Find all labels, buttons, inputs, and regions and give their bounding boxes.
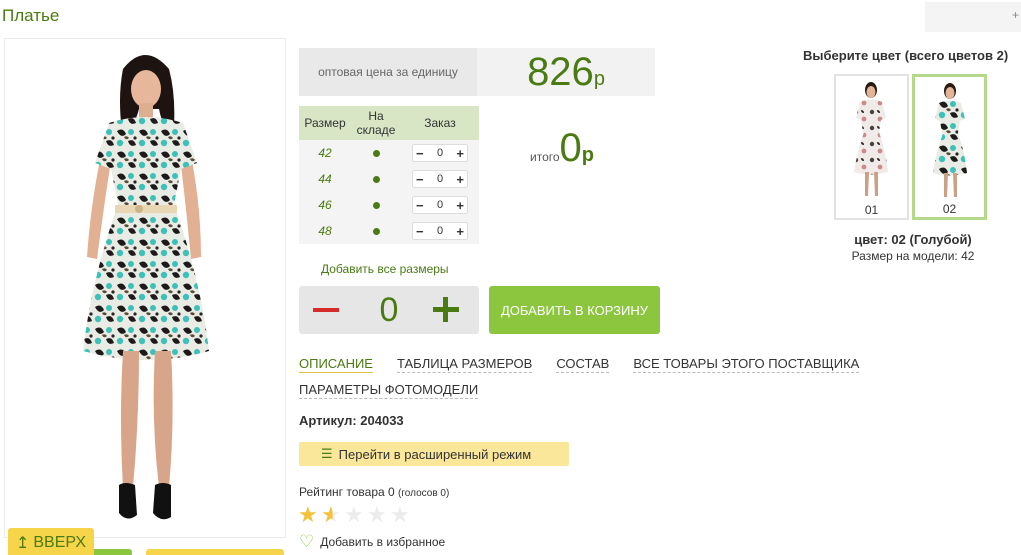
sizes-header-stock: На складе	[351, 106, 401, 140]
table-row: 42 − 0 +	[299, 140, 479, 166]
rating-votes: (голосов 0)	[398, 488, 450, 499]
add-to-favorites[interactable]: ♡ Добавить в избранное	[299, 532, 445, 552]
extended-mode-label: Перейти в расширенный режим	[338, 446, 532, 462]
size-qty-stepper[interactable]: − 0 +	[412, 222, 468, 240]
price-currency: р	[593, 67, 605, 90]
stepper-minus-button[interactable]: −	[416, 172, 424, 187]
stepper-plus-button[interactable]: +	[456, 198, 464, 213]
table-row: 46 − 0 +	[299, 192, 479, 218]
price-number: 826	[527, 50, 594, 94]
color-chooser-title: Выберите цвет (всего цветов 2)	[803, 48, 1009, 63]
stepper-minus-button[interactable]: −	[416, 146, 424, 161]
scroll-up-label: ВВЕРХ	[33, 534, 87, 551]
quantity-stepper[interactable]: 0	[299, 286, 479, 334]
size-qty-stepper[interactable]: − 0 +	[412, 144, 468, 162]
add-all-sizes-link[interactable]: Добавить все размеры	[321, 262, 449, 276]
in-stock-indicator	[372, 202, 380, 209]
total-label: итого	[530, 150, 560, 164]
tab-model-params[interactable]: ПАРАМЕТРЫ ФОТОМОДЕЛИ	[299, 382, 479, 399]
in-stock-indicator	[372, 150, 380, 157]
price-value: 826 р	[477, 48, 655, 96]
size-value: 42	[299, 140, 351, 166]
stepper-plus-button[interactable]: +	[456, 146, 464, 161]
bottom-yellow-button[interactable]	[146, 549, 284, 555]
color-option-label: 02	[942, 202, 957, 216]
color-option-02[interactable]: 02	[912, 74, 987, 220]
top-right-button-label: +	[1011, 8, 1019, 22]
extended-mode-button[interactable]: ☰ Перейти в расширенный режим	[299, 442, 569, 466]
product-main-photo[interactable]	[4, 38, 286, 538]
stepper-plus-button[interactable]: +	[456, 224, 464, 239]
star-icon[interactable]: ★	[390, 503, 413, 527]
rating-text: Рейтинг товара 0	[299, 485, 395, 499]
size-qty-stepper[interactable]: − 0 +	[412, 170, 468, 188]
stepper-minus-button[interactable]: −	[416, 224, 424, 239]
color-01-thumbnail	[854, 82, 888, 196]
stepper-value[interactable]: 0	[437, 147, 443, 159]
table-row: 48 − 0 +	[299, 218, 479, 244]
table-row: 44 − 0 +	[299, 166, 479, 192]
size-value: 46	[299, 192, 351, 218]
tab-description[interactable]: ОПИСАНИЕ	[299, 356, 373, 373]
tab-size-chart[interactable]: ТАБЛИЦА РАЗМЕРОВ	[396, 356, 533, 373]
add-to-cart-button[interactable]: ДОБАВИТЬ В КОРЗИНУ	[489, 286, 660, 334]
product-title: Платье	[2, 6, 60, 25]
star-icon[interactable]: ★	[321, 503, 344, 527]
total-value: 0	[559, 126, 582, 170]
sizes-table: Размер На складе Заказ 42 − 0 + 44 − 0 +…	[299, 106, 479, 244]
quantity-plus-icon[interactable]	[443, 297, 448, 322]
stepper-value[interactable]: 0	[437, 225, 443, 237]
size-value: 48	[299, 218, 351, 244]
rating-stars[interactable]: ★ ★ ★ ★ ★	[298, 503, 413, 527]
tab-supplier-products[interactable]: ВСЕ ТОВАРЫ ЭТОГО ПОСТАВЩИКА	[633, 356, 860, 373]
stepper-minus-button[interactable]: −	[416, 198, 424, 213]
stepper-value[interactable]: 0	[437, 173, 443, 185]
size-value: 44	[299, 166, 351, 192]
stepper-plus-button[interactable]: +	[456, 172, 464, 187]
scroll-up-button[interactable]: ↥ ВВЕРХ	[8, 528, 94, 555]
total-currency: р	[581, 144, 594, 166]
sizes-header-order: Заказ	[401, 106, 479, 140]
product-rating: Рейтинг товара 0 (голосов 0)	[299, 485, 449, 499]
star-icon[interactable]: ★	[298, 503, 321, 527]
color-02-thumbnail	[933, 83, 967, 197]
size-qty-stepper[interactable]: − 0 +	[412, 196, 468, 214]
color-option-01[interactable]: 01	[834, 74, 909, 220]
sizes-header-size: Размер	[299, 106, 351, 140]
stepper-value[interactable]: 0	[437, 199, 443, 211]
order-total: итого 0 р	[530, 128, 594, 168]
article-number: Артикул: 204033	[299, 413, 404, 428]
tab-composition[interactable]: СОСТАВ	[556, 356, 610, 373]
heart-icon: ♡	[299, 532, 315, 551]
color-option-label: 01	[864, 203, 879, 217]
product-tabs-row2: ПАРАМЕТРЫ ФОТОМОДЕЛИ	[299, 382, 502, 399]
model-size-info: Размер на модели: 42	[851, 249, 975, 263]
price-label: оптовая цена за единицу	[299, 48, 477, 96]
arrow-up-icon: ↥	[15, 535, 30, 552]
product-tabs: ОПИСАНИЕ ТАБЛИЦА РАЗМЕРОВ СОСТАВ ВСЕ ТОВ…	[299, 356, 883, 373]
top-right-button[interactable]: +	[925, 2, 1021, 32]
list-icon: ☰	[321, 446, 333, 461]
star-icon[interactable]: ★	[367, 503, 390, 527]
star-icon[interactable]: ★	[344, 503, 367, 527]
favorites-label: Добавить в избранное	[320, 535, 446, 549]
selected-color-name: цвет: 02 (Голубой)	[854, 232, 972, 247]
in-stock-indicator	[372, 228, 380, 235]
in-stock-indicator	[372, 176, 380, 183]
